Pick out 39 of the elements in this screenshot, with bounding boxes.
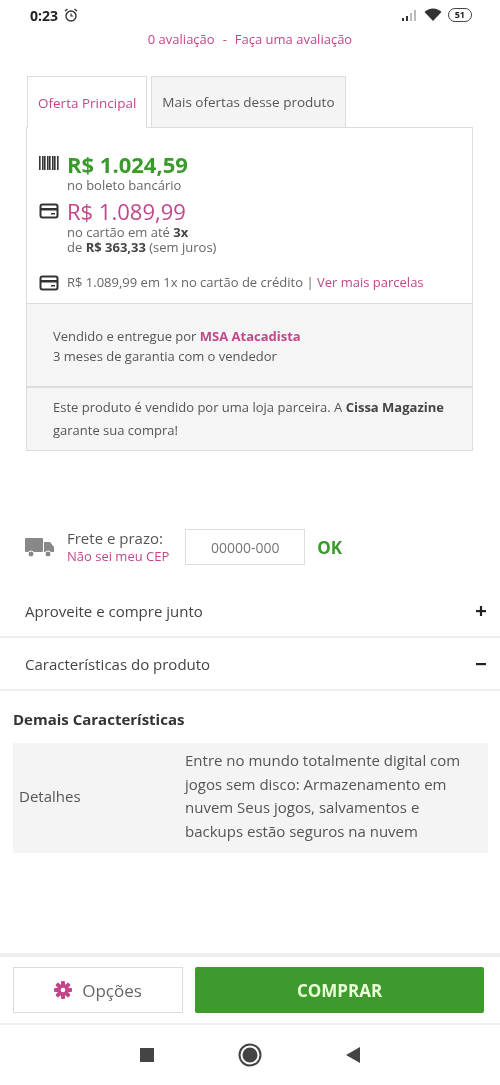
card-price: R$ 1.089,99 — [67, 197, 187, 225]
back-icon[interactable] — [346, 1047, 360, 1063]
review-count: 0 avaliação — [147, 30, 215, 48]
home-icon[interactable] — [238, 1043, 262, 1067]
cep-field[interactable]: 00000-000 — [185, 529, 306, 565]
accordion-title: Características do produto — [25, 653, 211, 674]
seller-info: Vendido e entregue por MSA Atacadista — [53, 326, 302, 346]
spec-name: Detalhes — [18, 786, 82, 806]
barcode-icon — [39, 156, 59, 170]
offer-tab[interactable]: Mais ofertas desse produto — [151, 76, 346, 127]
specs-heading: Demais Características — [13, 709, 186, 729]
warranty-text: 3 meses de garantia com o vendedor — [53, 346, 278, 366]
signal-icon — [401, 9, 418, 21]
clock-time: 0:23 — [30, 5, 58, 25]
boleto-price: R$ 1.024,59 — [67, 150, 188, 178]
write-review-link[interactable]: Faça uma avaliação — [234, 30, 353, 48]
credit-card-icon — [39, 203, 59, 219]
partner-note: Este produto é vendido por uma loja parceira. A Cissa Magazine garante sua compra! — [27, 386, 472, 450]
ok-button[interactable]: OK — [317, 535, 343, 559]
offer-tab[interactable]: Oferta Principal — [27, 76, 148, 128]
shipping-label: Frete e prazo: — [67, 529, 164, 547]
seller-link[interactable]: MSA Atacadista — [199, 327, 301, 345]
boleto-note: no boleto bancário — [67, 178, 183, 193]
truck-icon — [25, 536, 55, 558]
wifi-icon — [423, 8, 442, 22]
installment-note: no cartão em até 3x — [67, 225, 190, 240]
alarm-icon — [64, 8, 78, 22]
credit-card-note: R$ 1.089,99 em 1x no cartão de crédito | Ver mais parcelas — [67, 275, 424, 291]
accordion-title: Aproveite e compre junto — [25, 600, 203, 621]
more-installments-link[interactable]: Ver mais parcelas — [317, 273, 424, 291]
buy-button[interactable]: COMPRAR — [195, 967, 484, 1013]
accordion-item[interactable]: Aproveite e compre junto — [0, 585, 500, 638]
accordion-item[interactable]: Características do produto — [0, 638, 500, 691]
installment-value: de R$ 363,33 (sem juros) — [67, 240, 217, 255]
credit-card-icon — [39, 275, 59, 291]
spec-value: Entre no mundo totalmente digital com jogos sem disco: Armazenamento em nuvem Seus jogos, salvamentos e backups estão seguros na nuvem — [185, 749, 462, 843]
gear-icon — [54, 981, 73, 999]
separator: - — [222, 30, 227, 48]
options-button[interactable]: Opções — [13, 967, 183, 1013]
